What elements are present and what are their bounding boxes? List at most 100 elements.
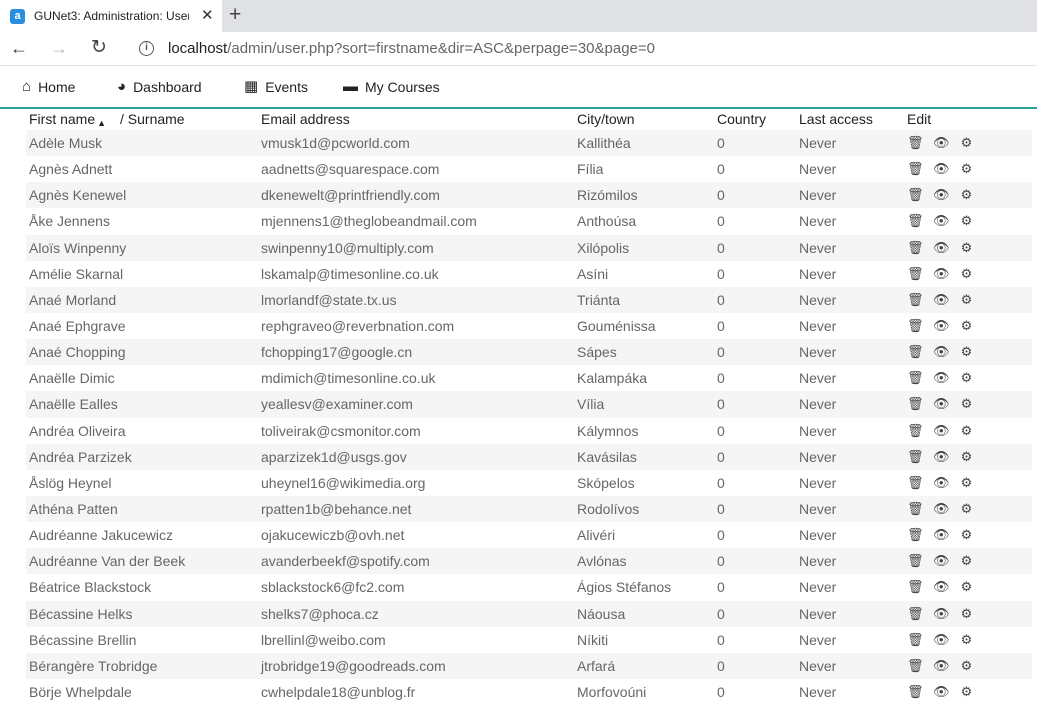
trash-icon[interactable]: 🗑 — [907, 370, 924, 386]
trash-icon[interactable]: 🗑 — [907, 187, 924, 203]
gear-icon[interactable]: ⚙ — [959, 658, 974, 674]
eye-icon[interactable]: 👁 — [933, 396, 950, 412]
user-name[interactable]: Anaëlle Ealles — [29, 396, 118, 412]
gear-icon[interactable]: ⚙ — [959, 187, 974, 203]
gear-icon[interactable]: ⚙ — [959, 684, 974, 700]
eye-icon[interactable]: 👁 — [933, 161, 950, 177]
forward-arrow-icon[interactable]: → — [50, 38, 68, 58]
nav-my-courses[interactable]: ▬ My Courses — [343, 79, 440, 96]
eye-icon[interactable]: 👁 — [933, 240, 950, 256]
user-name[interactable]: Anaé Morland — [29, 292, 116, 308]
trash-icon[interactable]: 🗑 — [907, 135, 924, 151]
eye-icon[interactable]: 👁 — [933, 684, 950, 700]
user-name[interactable]: Bécassine Brellin — [29, 632, 136, 648]
sort-firstname-link[interactable]: First name ▲ — [29, 111, 106, 128]
sort-email-link[interactable]: Email address — [261, 111, 350, 127]
sort-surname-link[interactable]: / Surname — [120, 111, 185, 127]
trash-icon[interactable]: 🗑 — [907, 684, 924, 700]
eye-icon[interactable]: 👁 — [933, 527, 950, 543]
nav-events[interactable]: ▦ Events — [244, 79, 308, 96]
eye-icon[interactable]: 👁 — [933, 266, 950, 282]
user-name[interactable]: Anaé Chopping — [29, 344, 126, 360]
user-name[interactable]: Bérangère Trobridge — [29, 658, 157, 674]
user-name[interactable]: Aloïs Winpenny — [29, 240, 126, 256]
user-name[interactable]: Béatrice Blackstock — [29, 579, 151, 595]
trash-icon[interactable]: 🗑 — [907, 266, 924, 282]
eye-icon[interactable]: 👁 — [933, 292, 950, 308]
user-name[interactable]: Agnès Kenewel — [29, 187, 126, 203]
user-name[interactable]: Åke Jennens — [29, 213, 110, 229]
user-name[interactable]: Anaëlle Dimic — [29, 370, 115, 386]
trash-icon[interactable]: 🗑 — [907, 240, 924, 256]
back-arrow-icon[interactable]: ← — [10, 38, 28, 58]
trash-icon[interactable]: 🗑 — [907, 318, 924, 334]
gear-icon[interactable]: ⚙ — [959, 370, 974, 386]
nav-dashboard[interactable]: ◕ Dashboard — [117, 79, 202, 96]
sort-country-link[interactable]: Country — [717, 111, 766, 127]
eye-icon[interactable]: 👁 — [933, 475, 950, 491]
eye-icon[interactable]: 👁 — [933, 213, 950, 229]
trash-icon[interactable]: 🗑 — [907, 396, 924, 412]
user-name[interactable]: Audréanne Van der Beek — [29, 553, 185, 569]
gear-icon[interactable]: ⚙ — [959, 240, 974, 256]
trash-icon[interactable]: 🗑 — [907, 658, 924, 674]
eye-icon[interactable]: 👁 — [933, 606, 950, 622]
eye-icon[interactable]: 👁 — [933, 318, 950, 334]
user-name[interactable]: Andréa Oliveira — [29, 423, 126, 439]
new-tab-icon[interactable]: + — [229, 3, 241, 27]
sort-city-link[interactable]: City/town — [577, 111, 635, 127]
trash-icon[interactable]: 🗑 — [907, 475, 924, 491]
user-name[interactable]: Amélie Skarnal — [29, 266, 123, 282]
trash-icon[interactable]: 🗑 — [907, 423, 924, 439]
gear-icon[interactable]: ⚙ — [959, 501, 974, 517]
eye-icon[interactable]: 👁 — [933, 187, 950, 203]
site-info-icon[interactable]: i — [139, 41, 154, 56]
nav-home[interactable]: ⌂ Home — [22, 79, 75, 96]
gear-icon[interactable]: ⚙ — [959, 396, 974, 412]
user-name[interactable]: Agnès Adnett — [29, 161, 112, 177]
trash-icon[interactable]: 🗑 — [907, 579, 924, 595]
user-name[interactable]: Börje Whelpdale — [29, 684, 132, 700]
user-name[interactable]: Anaé Ephgrave — [29, 318, 126, 334]
browser-tab[interactable]: a GUNet3: Administration: Users: A ✕ — [0, 0, 222, 32]
gear-icon[interactable]: ⚙ — [959, 475, 974, 491]
eye-icon[interactable]: 👁 — [933, 658, 950, 674]
gear-icon[interactable]: ⚙ — [959, 579, 974, 595]
user-name[interactable]: Athéna Patten — [29, 501, 118, 517]
trash-icon[interactable]: 🗑 — [907, 527, 924, 543]
trash-icon[interactable]: 🗑 — [907, 161, 924, 177]
gear-icon[interactable]: ⚙ — [959, 161, 974, 177]
eye-icon[interactable]: 👁 — [933, 449, 950, 465]
user-name[interactable]: Bécassine Helks — [29, 606, 133, 622]
eye-icon[interactable]: 👁 — [933, 135, 950, 151]
trash-icon[interactable]: 🗑 — [907, 606, 924, 622]
trash-icon[interactable]: 🗑 — [907, 553, 924, 569]
trash-icon[interactable]: 🗑 — [907, 344, 924, 360]
trash-icon[interactable]: 🗑 — [907, 501, 924, 517]
eye-icon[interactable]: 👁 — [933, 579, 950, 595]
gear-icon[interactable]: ⚙ — [959, 213, 974, 229]
user-name[interactable]: Andréa Parzizek — [29, 449, 132, 465]
trash-icon[interactable]: 🗑 — [907, 632, 924, 648]
user-name[interactable]: Audréanne Jakucewicz — [29, 527, 173, 543]
gear-icon[interactable]: ⚙ — [959, 449, 974, 465]
trash-icon[interactable]: 🗑 — [907, 449, 924, 465]
user-name[interactable]: Åslög Heynel — [29, 475, 112, 491]
close-tab-icon[interactable]: ✕ — [201, 8, 214, 24]
eye-icon[interactable]: 👁 — [933, 553, 950, 569]
gear-icon[interactable]: ⚙ — [959, 423, 974, 439]
user-name[interactable]: Adèle Musk — [29, 135, 102, 151]
trash-icon[interactable]: 🗑 — [907, 213, 924, 229]
url-field[interactable]: localhost/admin/user.php?sort=firstname&… — [168, 40, 655, 57]
eye-icon[interactable]: 👁 — [933, 370, 950, 386]
reload-icon[interactable]: ↻ — [91, 38, 107, 58]
gear-icon[interactable]: ⚙ — [959, 318, 974, 334]
gear-icon[interactable]: ⚙ — [959, 527, 974, 543]
sort-last-access-link[interactable]: Last access — [799, 111, 873, 127]
gear-icon[interactable]: ⚙ — [959, 135, 974, 151]
gear-icon[interactable]: ⚙ — [959, 553, 974, 569]
eye-icon[interactable]: 👁 — [933, 423, 950, 439]
gear-icon[interactable]: ⚙ — [959, 344, 974, 360]
gear-icon[interactable]: ⚙ — [959, 606, 974, 622]
gear-icon[interactable]: ⚙ — [959, 266, 974, 282]
